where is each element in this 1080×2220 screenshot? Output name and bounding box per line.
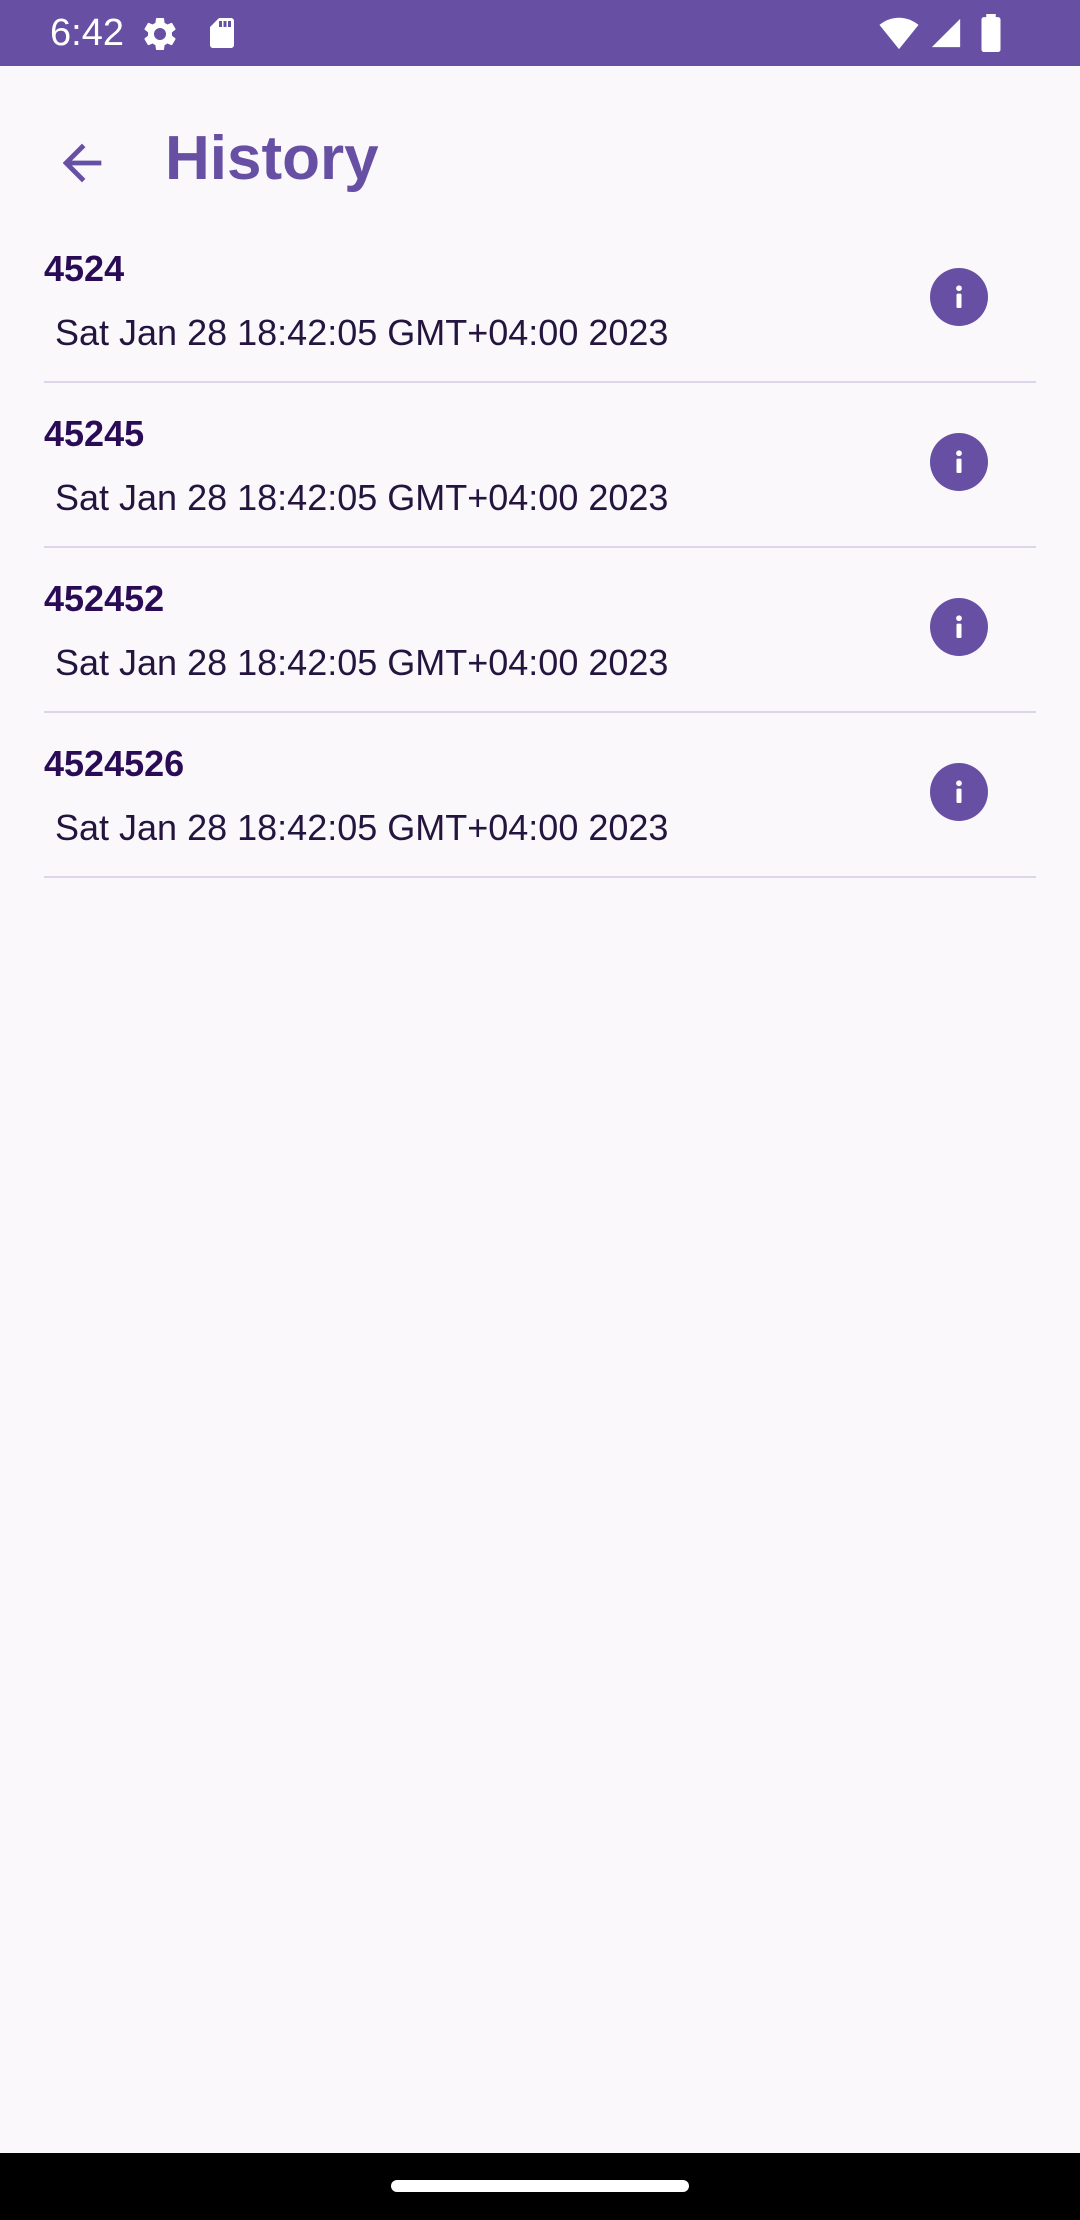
info-icon <box>956 285 962 308</box>
arrow-back-icon <box>62 143 102 183</box>
battery-icon <box>981 14 1001 52</box>
history-item-date: Sat Jan 28 18:42:05 GMT+04:00 2023 <box>55 477 669 518</box>
status-bar: 6:42 <box>0 0 1080 66</box>
history-item-code: 452452 <box>44 578 165 619</box>
history-list: 4524 Sat Jan 28 18:42:05 GMT+04:00 2023 … <box>44 218 1036 878</box>
info-icon <box>956 450 962 473</box>
history-item-code: 4524526 <box>44 743 185 784</box>
page-title: History <box>165 124 379 193</box>
history-item-date: Sat Jan 28 18:42:05 GMT+04:00 2023 <box>55 642 669 683</box>
settings-icon <box>144 17 176 50</box>
sd-card-icon <box>210 18 234 48</box>
cellular-signal-icon <box>931 18 961 48</box>
history-item[interactable]: 4524526 Sat Jan 28 18:42:05 GMT+04:00 20… <box>44 713 1036 878</box>
history-item[interactable]: 452452 Sat Jan 28 18:42:05 GMT+04:00 202… <box>44 548 1036 713</box>
info-button[interactable] <box>930 433 988 491</box>
navigation-bar <box>0 2153 1080 2220</box>
history-item[interactable]: 45245 Sat Jan 28 18:42:05 GMT+04:00 2023 <box>44 383 1036 548</box>
info-icon <box>956 615 962 638</box>
status-time: 6:42 <box>50 12 124 54</box>
history-item[interactable]: 4524 Sat Jan 28 18:42:05 GMT+04:00 2023 <box>44 218 1036 383</box>
back-button[interactable] <box>40 121 124 205</box>
home-indicator[interactable] <box>391 2180 689 2192</box>
info-button[interactable] <box>930 268 988 326</box>
history-item-code: 4524 <box>44 248 125 289</box>
history-item-date: Sat Jan 28 18:42:05 GMT+04:00 2023 <box>55 312 669 353</box>
history-item-code: 45245 <box>44 413 145 454</box>
history-item-date: Sat Jan 28 18:42:05 GMT+04:00 2023 <box>55 807 669 848</box>
info-button[interactable] <box>930 598 988 656</box>
info-icon <box>956 780 962 803</box>
wifi-icon <box>879 17 919 50</box>
app-bar: History <box>0 66 1080 242</box>
info-button[interactable] <box>930 763 988 821</box>
